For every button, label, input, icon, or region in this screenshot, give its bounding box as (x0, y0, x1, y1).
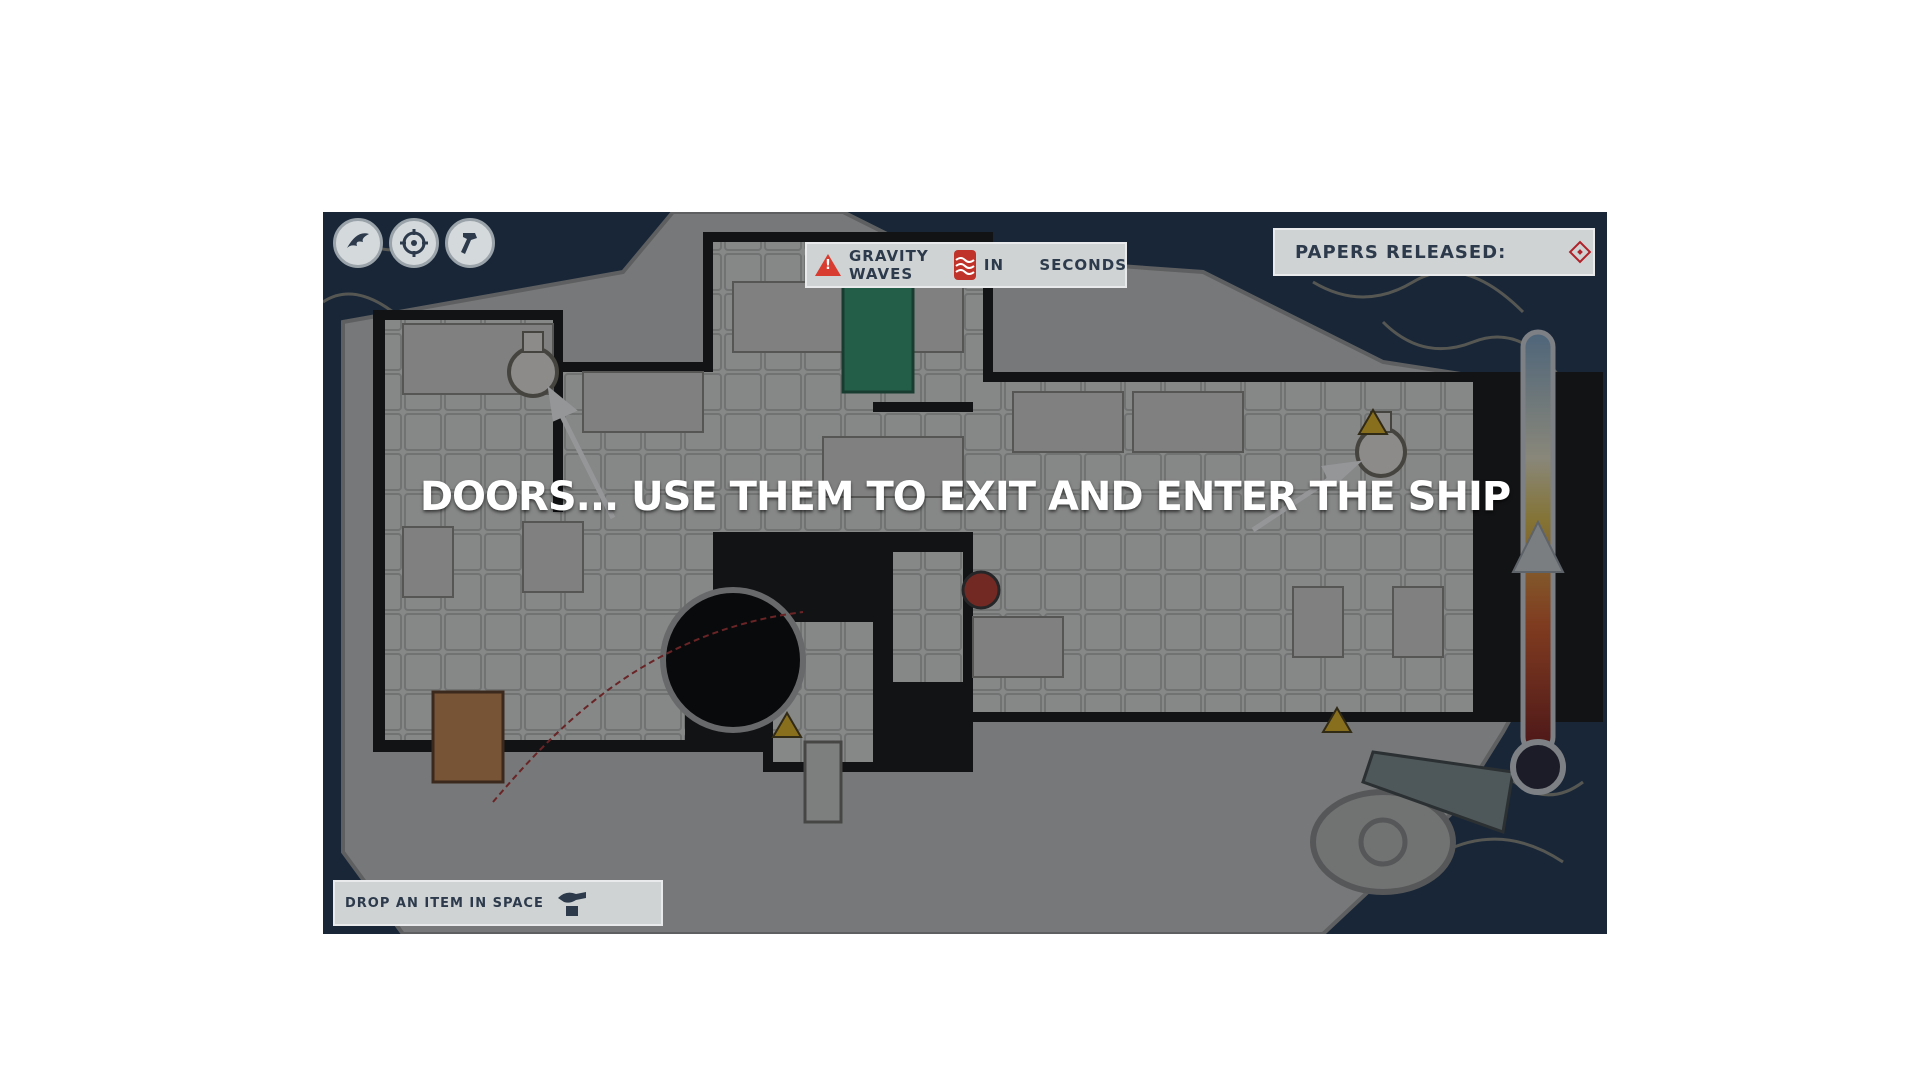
creature (961, 570, 1001, 610)
papers-released-label: Papers released: (1295, 241, 1507, 263)
game-viewport[interactable]: Gravity waves in seconds Papers released… (323, 212, 1607, 934)
target-icon (400, 229, 428, 257)
seconds-label: seconds (1039, 256, 1127, 274)
wing-icon (347, 233, 369, 248)
papers-released-banner: Papers released: (1273, 228, 1595, 276)
drop-item-button[interactable]: Drop an item in space (333, 880, 663, 926)
crate (431, 690, 505, 784)
gravity-warning-banner: Gravity waves in seconds (805, 242, 1127, 288)
hammer-icon (461, 233, 477, 254)
temperature-gauge (1510, 329, 1566, 795)
hammer-button[interactable] (445, 218, 495, 268)
tutorial-message: Doors... use them to exit and enter the … (419, 474, 1511, 520)
hand-drop-icon (557, 892, 586, 916)
cryo-tube (803, 740, 843, 824)
alert-icon (815, 254, 841, 276)
black-hole (660, 587, 806, 733)
diamond-icon (1568, 240, 1592, 264)
ship-map (323, 212, 1607, 934)
gravity-waves-icon (953, 250, 976, 280)
machine-terminal (841, 280, 915, 394)
drop-item-label: Drop an item in space (345, 895, 544, 911)
target-button[interactable] (389, 218, 439, 268)
in-label: in (983, 256, 1005, 274)
gravity-waves-label: Gravity waves (849, 247, 929, 283)
wing-button[interactable] (333, 218, 383, 268)
